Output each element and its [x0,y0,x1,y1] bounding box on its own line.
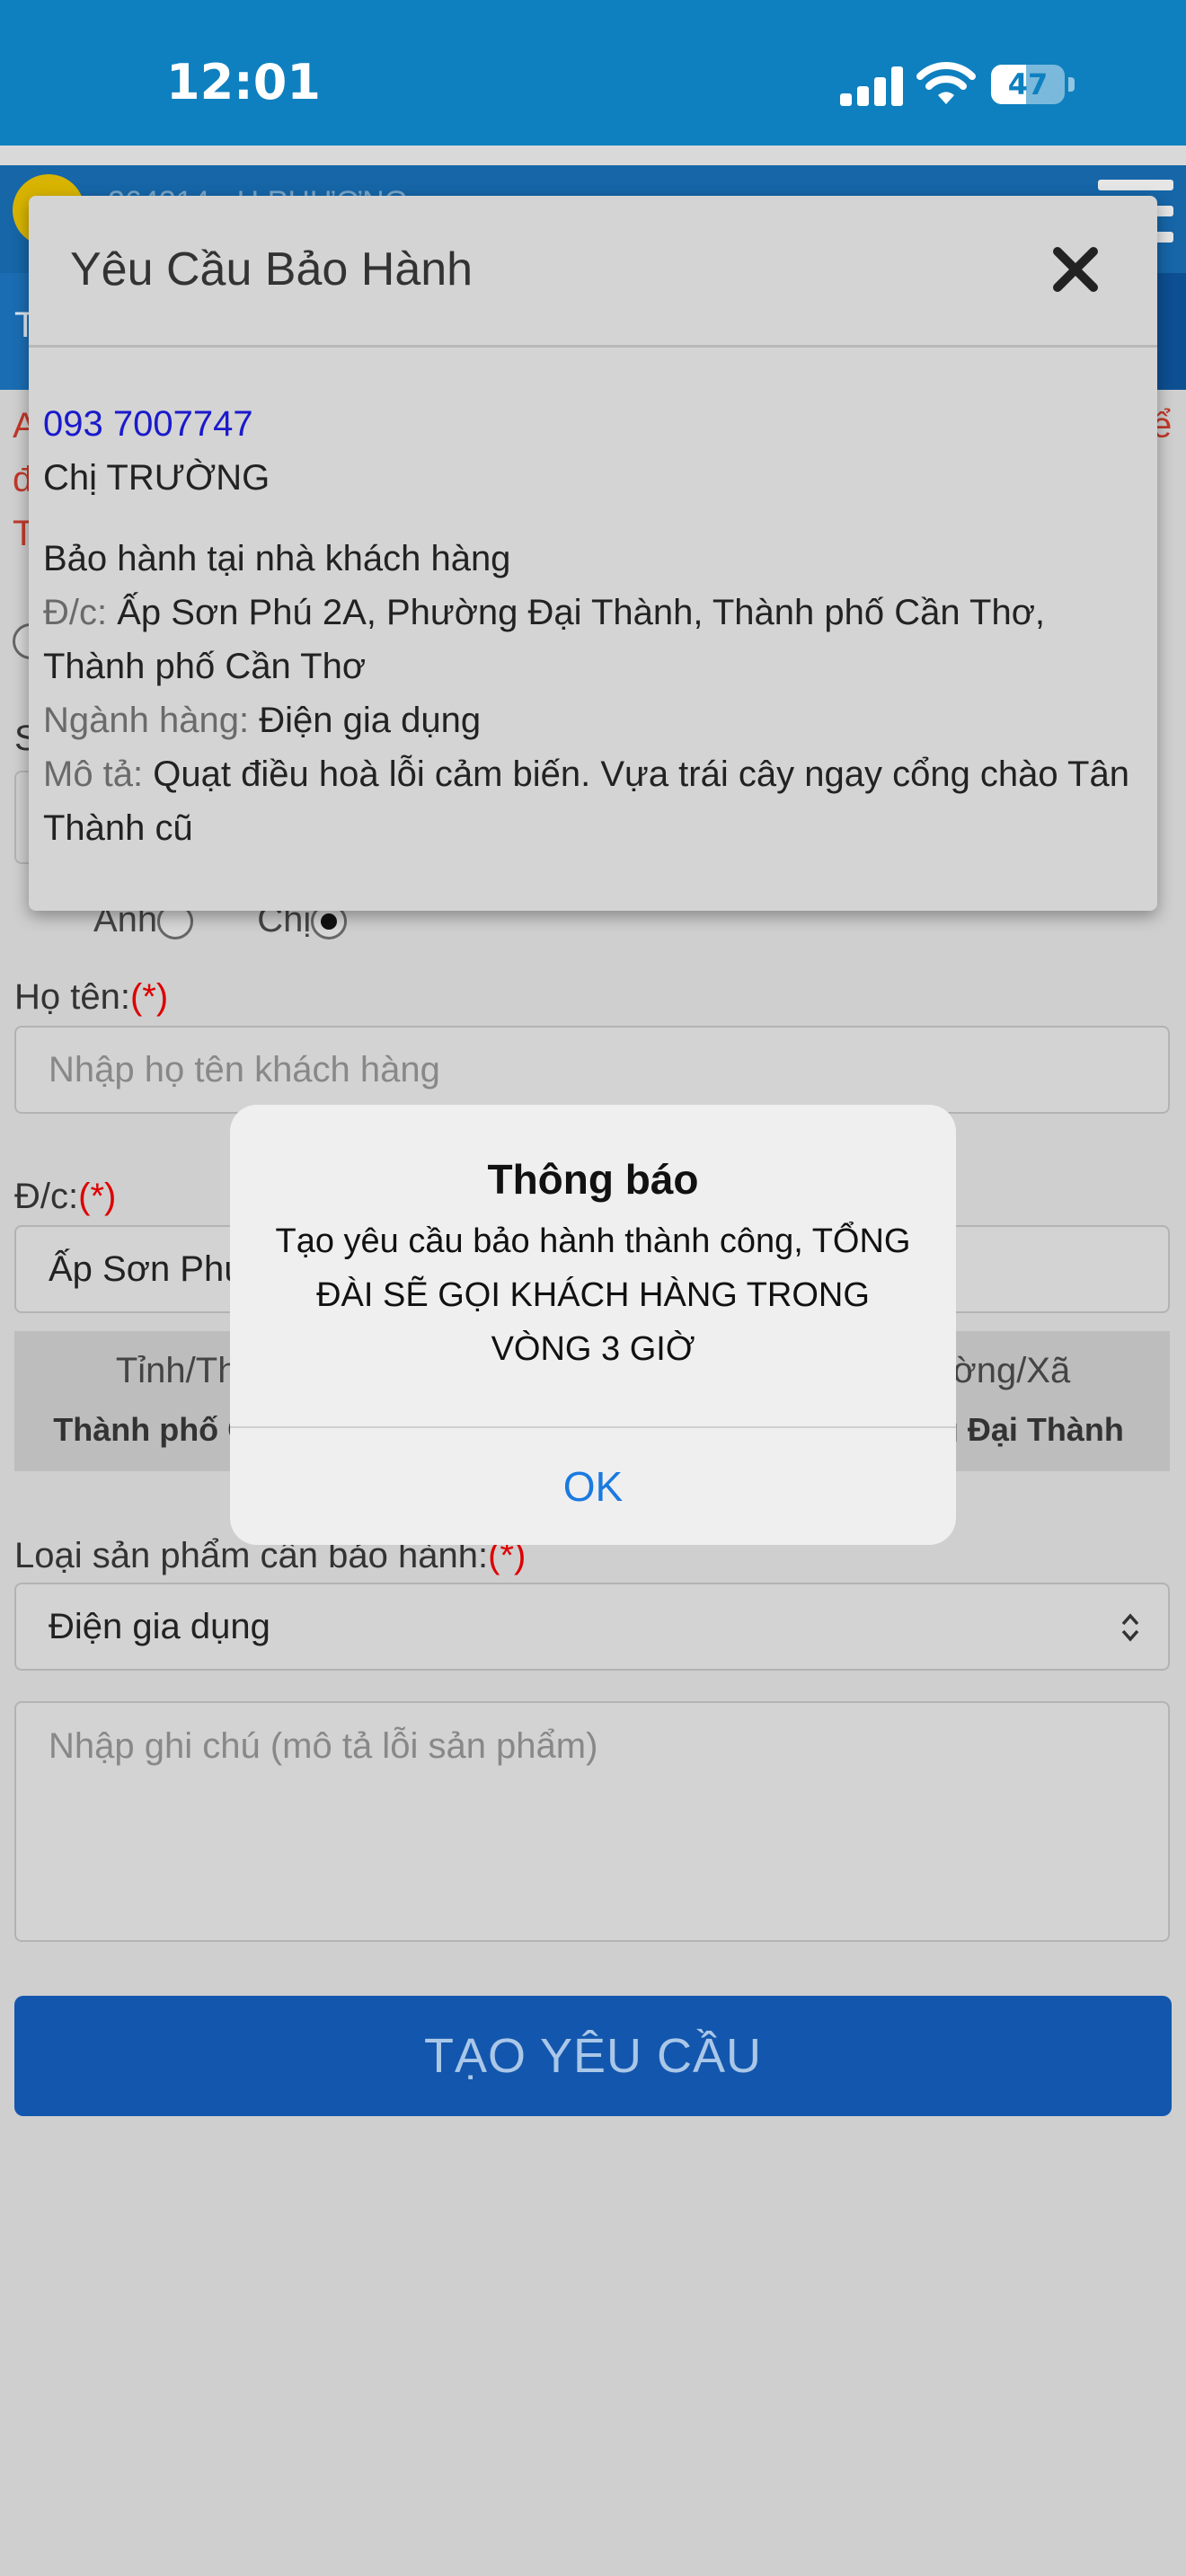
warranty-modal: Yêu Cầu Bảo Hành 093 7007747 Chị TRƯỜNG … [29,196,1157,911]
battery-cap [1068,77,1075,92]
notes-textarea[interactable]: Nhập ghi chú (mô tả lỗi sản phẩm) [14,1701,1170,1942]
modal-divider [29,345,1157,348]
alert-message: Tạo yêu cầu bảo hành thành công, TỔNG ĐÀ… [275,1222,911,1368]
cellular-signal-icon [840,66,903,106]
battery-icon: 47 [991,65,1065,104]
name-input[interactable]: Nhập họ tên khách hàng [14,1026,1170,1114]
modal-category-label: Ngành hàng: [43,701,250,740]
battery-percent: 47 [1007,67,1049,101]
modal-title: Yêu Cầu Bảo Hành [70,243,474,296]
status-bar: 12:01 47 [0,0,1186,146]
modal-description: Mô tả: Quạt điều hoà lỗi cảm biến. Vựa t… [43,747,1148,855]
name-label-text: Họ tên: [14,977,130,1017]
modal-address-label: Đ/c: [43,593,108,632]
address-label: Đ/c:(*) [14,1177,116,1217]
modal-description-label: Mô tả: [43,754,144,794]
address-label-text: Đ/c: [14,1177,79,1216]
customer-phone[interactable]: 093 7007747 [43,397,1148,451]
modal-category: Ngành hàng: Điện gia dụng [43,693,1148,747]
product-select[interactable]: Điện gia dụng [14,1583,1170,1671]
alert-ok-button[interactable]: OK [230,1428,956,1545]
modal-description-value: Quạt điều hoà lỗi cảm biến. Vựa trái cây… [43,754,1129,848]
modal-category-value: Điện gia dụng [259,701,482,740]
customer-name: Chị TRƯỜNG [43,458,270,498]
name-label: Họ tên:(*) [14,977,168,1018]
wifi-icon [916,62,976,104]
close-icon[interactable] [1049,243,1102,296]
modal-address-value: Ấp Sơn Phú 2A, Phường Đại Thành, Thành p… [43,593,1046,686]
select-arrows-icon [1121,1613,1139,1642]
modal-body: 093 7007747 Chị TRƯỜNG Bảo hành tại nhà … [43,397,1148,855]
status-time: 12:01 [166,54,321,110]
required-mark: (*) [78,1177,117,1216]
alert-title: Thông báo [487,1156,699,1203]
service-type: Bảo hành tại nhà khách hàng [43,539,511,578]
success-alert: Thông báo Tạo yêu cầu bảo hành thành côn… [230,1105,956,1545]
product-select-value: Điện gia dụng [49,1607,270,1646]
header-gap [0,146,1186,165]
create-request-button[interactable]: TẠO YÊU CẦU [14,1996,1172,2116]
modal-address: Đ/c: Ấp Sơn Phú 2A, Phường Đại Thành, Th… [43,586,1148,693]
required-mark: (*) [129,977,169,1017]
